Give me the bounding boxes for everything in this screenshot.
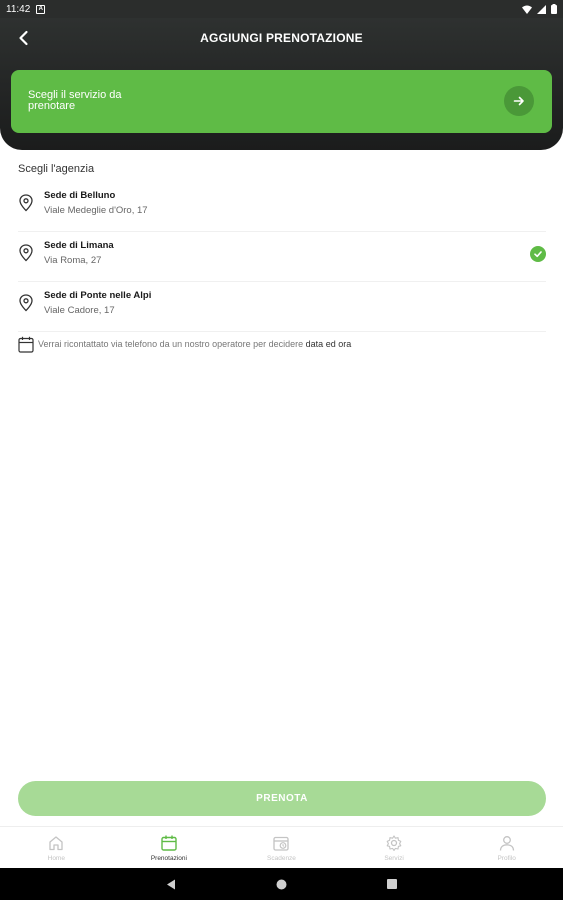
- scadenze-icon: [273, 836, 290, 851]
- battery-icon: [551, 4, 557, 14]
- agency-name: Sede di Limana: [44, 240, 114, 251]
- location-pin-icon: [19, 194, 33, 212]
- nav-home-icon[interactable]: [276, 879, 287, 890]
- tab-profilo[interactable]: Profilo: [450, 827, 563, 868]
- tab-home[interactable]: Home: [0, 827, 113, 868]
- service-select-card[interactable]: Scegli il servizio da prenotare: [11, 70, 552, 133]
- agency-address: Via Roma, 27: [44, 255, 102, 266]
- tab-scadenze[interactable]: Scadenze: [225, 827, 338, 868]
- location-pin-icon: [19, 244, 33, 262]
- agency-item-limana[interactable]: Sede di Limana Via Roma, 27: [18, 238, 546, 282]
- status-time: 11:42: [6, 3, 31, 15]
- tab-bar: Home Prenotazioni Scadenze Servizi Profi…: [0, 826, 563, 868]
- notification-icon: A: [36, 4, 46, 14]
- arrow-right-icon: [513, 96, 524, 106]
- agency-address: Viale Cadore, 17: [44, 305, 115, 316]
- nav-back-icon[interactable]: [166, 879, 176, 890]
- contact-note-prefix: Verrai ricontattato via telefono da un n…: [38, 339, 306, 349]
- tab-label: Home: [47, 855, 65, 862]
- header: AGGIUNGI PRENOTAZIONE Scegli il servizio…: [0, 18, 563, 150]
- agency-address: Viale Medeglie d'Oro, 17: [44, 205, 148, 216]
- calendar-icon: [161, 835, 177, 851]
- wifi-icon: [522, 5, 532, 14]
- home-icon: [49, 836, 63, 851]
- calendar-icon: [18, 336, 34, 353]
- book-button[interactable]: PRENOTA: [18, 781, 546, 816]
- selected-check-icon: [530, 246, 546, 262]
- user-icon: [499, 836, 514, 851]
- location-pin-icon: [19, 294, 33, 312]
- tab-label: Prenotazioni: [150, 855, 187, 862]
- agency-name: Sede di Belluno: [44, 190, 116, 201]
- contact-note-text: Verrai ricontattato via telefono da un n…: [38, 336, 351, 349]
- status-icons: [522, 4, 557, 14]
- system-nav-bar: [0, 868, 563, 900]
- contact-note-strong: data ed ora: [305, 339, 352, 349]
- tab-prenotazioni[interactable]: Prenotazioni: [113, 827, 226, 868]
- agency-name: Sede di Ponte nelle Alpi: [44, 290, 152, 301]
- signal-icon: [537, 4, 546, 14]
- tab-label: Profilo: [497, 855, 516, 862]
- agency-section-label: Scegli l'agenzia: [18, 163, 95, 175]
- gear-icon: [386, 835, 402, 851]
- tab-label: Servizi: [384, 855, 404, 862]
- arrow-right-button[interactable]: [504, 86, 534, 116]
- agency-item-ponte-nelle-alpi[interactable]: Sede di Ponte nelle Alpi Viale Cadore, 1…: [18, 288, 546, 332]
- nav-recents-icon[interactable]: [387, 879, 397, 889]
- agency-item-belluno[interactable]: Sede di Belluno Viale Medeglie d'Oro, 17: [18, 188, 546, 232]
- tab-servizi[interactable]: Servizi: [338, 827, 451, 868]
- tab-label: Scadenze: [267, 855, 296, 862]
- page-title: AGGIUNGI PRENOTAZIONE: [200, 31, 363, 45]
- status-bar: 11:42 A: [0, 0, 563, 18]
- contact-note: Verrai ricontattato via telefono da un n…: [18, 336, 546, 356]
- service-select-label: Scegli il servizio da prenotare: [28, 89, 122, 112]
